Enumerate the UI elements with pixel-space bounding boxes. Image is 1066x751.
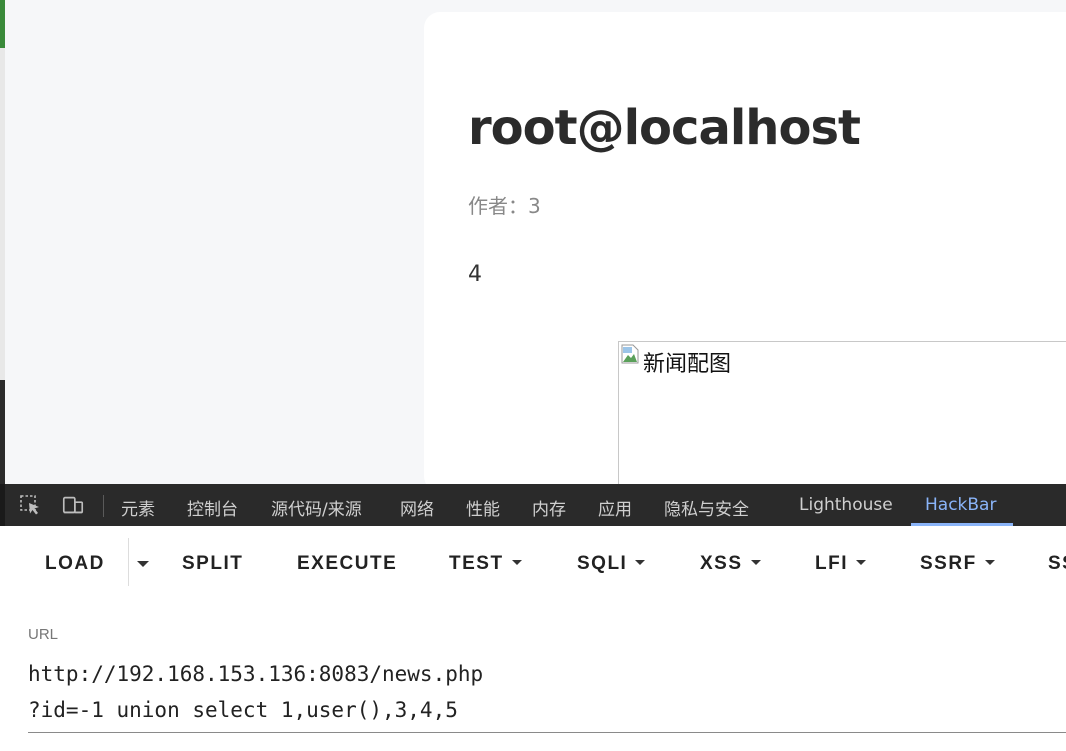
tab-memory[interactable]: 内存 (532, 495, 566, 520)
url-input[interactable]: http://192.168.153.136:8083/news.php ?id… (28, 656, 1058, 728)
url-input-underline (28, 732, 1066, 733)
news-article-card: root@localhost 作者：3 4 新闻配图 (424, 12, 1066, 501)
url-field-label: URL (28, 626, 59, 643)
chevron-down-icon (750, 559, 761, 565)
tab-application[interactable]: 应用 (598, 495, 632, 520)
author-label: 作者： (468, 194, 528, 218)
tab-lighthouse[interactable]: Lighthouse (799, 495, 893, 515)
load-divider (128, 538, 129, 586)
hackbar-toolbar: LOAD SPLIT EXECUTE TEST SQLI XSS LFI SSR… (0, 526, 1066, 594)
broken-image-icon (621, 344, 639, 364)
article-author: 作者：3 (468, 190, 541, 219)
author-value: 3 (528, 194, 541, 218)
lfi-label: LFI (815, 553, 848, 574)
ssrf-menu-button[interactable]: SSRF (920, 553, 995, 575)
article-title: root@localhost (468, 100, 861, 156)
lfi-menu-button[interactable]: LFI (815, 553, 866, 575)
image-alt-text: 新闻配图 (643, 352, 732, 377)
device-toolbar-icon[interactable] (61, 494, 85, 516)
article-content: 4 (468, 262, 482, 287)
tab-privacy-security[interactable]: 隐私与安全 (664, 495, 749, 520)
tab-hackbar[interactable]: HackBar (925, 495, 996, 515)
chevron-down-icon (511, 559, 522, 565)
tab-elements[interactable]: 元素 (121, 495, 155, 520)
tab-sources[interactable]: 源代码/来源 (271, 495, 362, 520)
sqli-label: SQLI (577, 553, 628, 574)
chevron-down-icon (984, 559, 995, 565)
load-dropdown-icon[interactable] (137, 561, 149, 567)
xss-label: XSS (700, 553, 743, 574)
tab-console[interactable]: 控制台 (187, 495, 238, 520)
tab-performance[interactable]: 性能 (466, 495, 500, 520)
test-menu-button[interactable]: TEST (449, 553, 522, 575)
news-image: 新闻配图 (618, 341, 1066, 501)
more-menu-button[interactable]: SS (1048, 553, 1066, 575)
devtools-panel: 元素 控制台 源代码/来源 网络 性能 内存 应用 隐私与安全 Lighthou… (0, 484, 1066, 751)
tab-network[interactable]: 网络 (400, 495, 434, 520)
chevron-down-icon (856, 559, 866, 565)
toolbar-divider (103, 495, 104, 517)
left-edge-green (0, 0, 5, 48)
left-window-edge (0, 0, 5, 485)
test-label: TEST (449, 553, 504, 574)
xss-menu-button[interactable]: XSS (700, 553, 761, 575)
left-edge-dark (0, 380, 5, 485)
ssrf-label: SSRF (920, 553, 977, 574)
load-button[interactable]: LOAD (45, 553, 105, 575)
inspect-element-icon[interactable] (19, 494, 43, 516)
split-button[interactable]: SPLIT (182, 553, 243, 575)
sqli-menu-button[interactable]: SQLI (577, 553, 646, 575)
devtools-tab-bar: 元素 控制台 源代码/来源 网络 性能 内存 应用 隐私与安全 Lighthou… (0, 484, 1066, 526)
chevron-down-icon (635, 559, 646, 565)
execute-button[interactable]: EXECUTE (297, 553, 397, 575)
